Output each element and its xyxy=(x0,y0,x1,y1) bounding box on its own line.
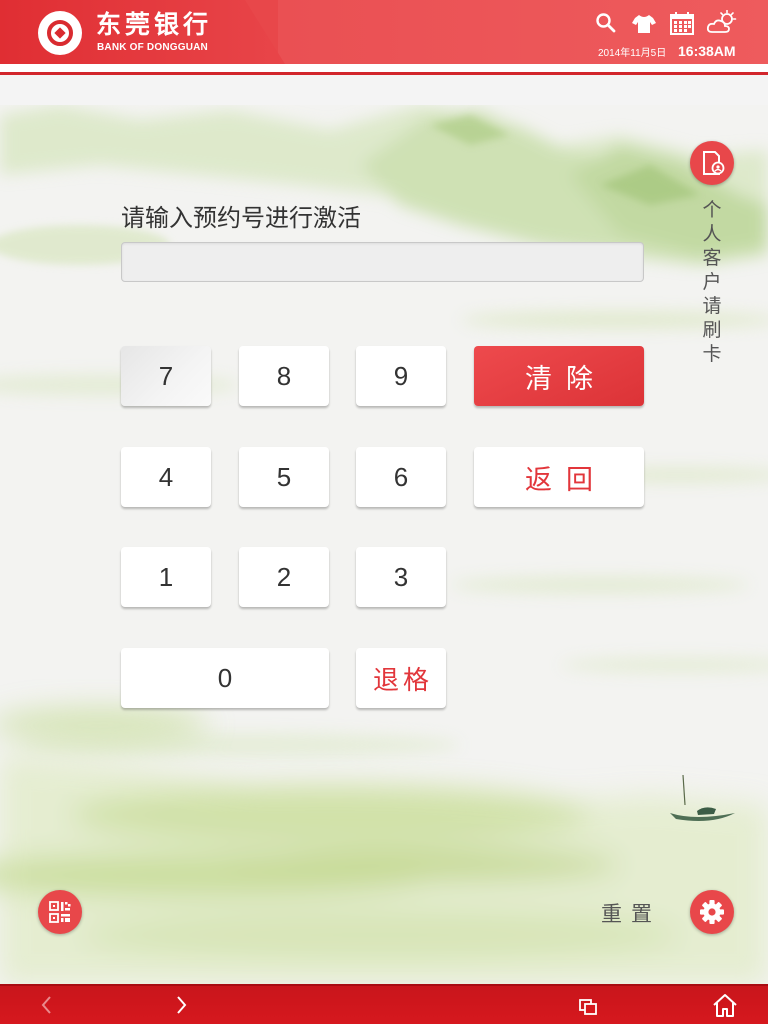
settings-button[interactable] xyxy=(690,890,734,934)
key-5[interactable]: 5 xyxy=(239,447,329,507)
bank-name-cn: 东莞银行 xyxy=(96,10,213,39)
qr-code-icon xyxy=(49,901,71,923)
reservation-number-input[interactable] xyxy=(121,242,644,282)
bottom-navigation-bar xyxy=(0,984,768,1024)
backspace-button[interactable]: 退格 xyxy=(356,648,446,708)
forward-arrow-icon[interactable] xyxy=(166,990,196,1020)
gear-icon xyxy=(700,900,724,924)
key-9[interactable]: 9 xyxy=(356,346,446,406)
header-time: 16:38AM xyxy=(678,43,736,59)
key-0[interactable]: 0 xyxy=(121,648,329,708)
header-date: 2014年11月5日 xyxy=(598,48,667,59)
card-reader-icon xyxy=(703,151,725,175)
search-icon[interactable] xyxy=(593,10,619,36)
weather-icon[interactable] xyxy=(706,10,738,36)
windows-icon[interactable] xyxy=(573,990,603,1020)
bank-name-en: BANK OF DONGGUAN xyxy=(97,42,208,53)
bank-logo-icon xyxy=(38,11,82,55)
app-header: 东莞银行 BANK OF DONGGUAN 2014年11月5日 16:38AM xyxy=(0,0,768,64)
clear-button[interactable]: 清除 xyxy=(474,346,644,406)
bottom-bar-edge xyxy=(0,984,768,986)
back-button[interactable]: 返回 xyxy=(474,447,644,507)
key-6[interactable]: 6 xyxy=(356,447,446,507)
key-4[interactable]: 4 xyxy=(121,447,211,507)
ink-wash-background xyxy=(0,105,768,985)
header-divider-white xyxy=(0,64,768,72)
key-1[interactable]: 1 xyxy=(121,547,211,607)
reset-button-label[interactable]: 重置 xyxy=(601,898,661,928)
shirt-icon[interactable] xyxy=(631,10,657,36)
header-spacer xyxy=(0,75,768,105)
activation-prompt: 请输入预约号进行激活 xyxy=(121,204,361,232)
card-reader-button[interactable] xyxy=(690,141,734,185)
key-8[interactable]: 8 xyxy=(239,346,329,406)
card-swipe-prompt: 个人客户请刷卡 xyxy=(702,199,722,365)
key-2[interactable]: 2 xyxy=(239,547,329,607)
qr-code-button[interactable] xyxy=(38,890,82,934)
calendar-icon[interactable] xyxy=(669,10,695,36)
home-icon[interactable] xyxy=(710,990,740,1020)
key-3[interactable]: 3 xyxy=(356,547,446,607)
key-7[interactable]: 7 xyxy=(121,346,211,406)
back-arrow-icon[interactable] xyxy=(32,990,62,1020)
